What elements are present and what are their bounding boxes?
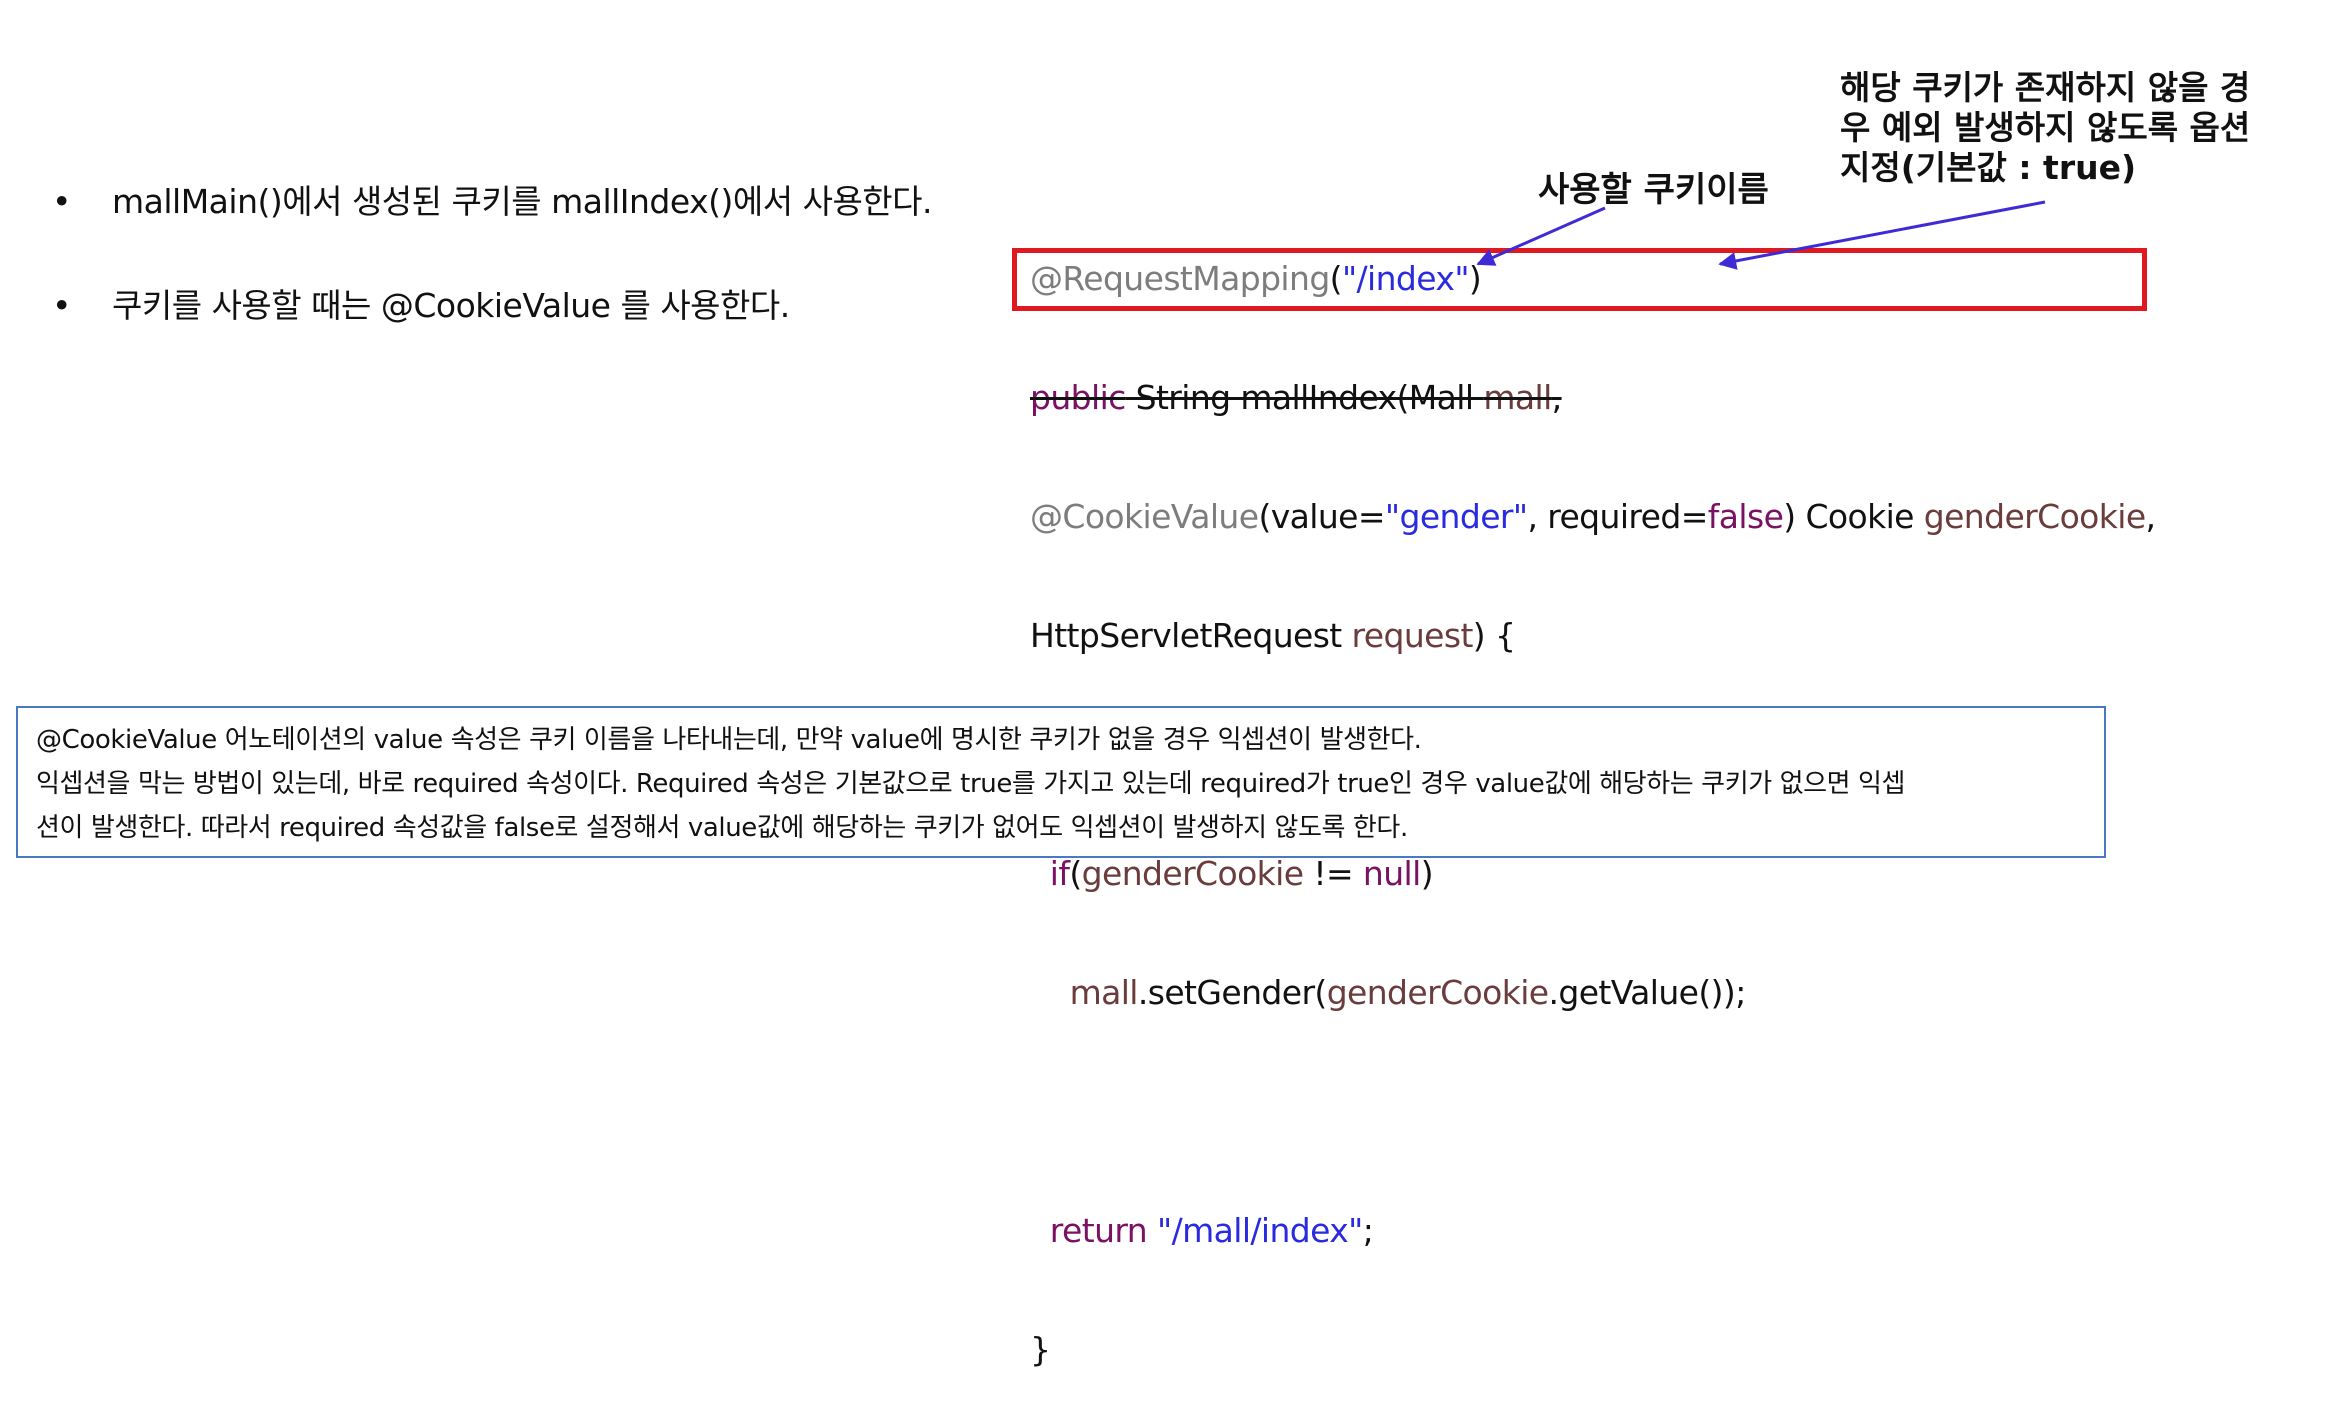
explanation-line: @CookieValue 어노테이션의 value 속성은 쿠키 이름을 나타내… (36, 725, 1422, 755)
string-token: "/mall/index" (1156, 1211, 1363, 1250)
code-line: return "/mall/index"; (1030, 1210, 2155, 1251)
variable-token: mall (1069, 973, 1139, 1012)
code-token: .setGender( (1137, 973, 1327, 1012)
code-line: mall.setGender(genderCookie.getValue()); (1030, 972, 2155, 1013)
code-line: } (1030, 1330, 1051, 1369)
explanation-line: 션이 발생한다. 따라서 required 속성값을 false로 설정해서 v… (36, 813, 1408, 843)
explanation-box: @CookieValue 어노테이션의 value 속성은 쿠키 이름을 나타내… (16, 706, 2106, 858)
code-token: ; (1362, 1211, 1374, 1250)
explanation-line: 익셉션을 막는 방법이 있는데, 바로 required 속성이다. Requi… (36, 769, 1906, 799)
variable-token: genderCookie (1326, 973, 1549, 1012)
arrow-to-value (1476, 206, 1606, 266)
arrow-to-required (1718, 200, 2046, 270)
code-token: .getValue()); (1548, 973, 1746, 1012)
keyword-token: return (1049, 1211, 1148, 1250)
